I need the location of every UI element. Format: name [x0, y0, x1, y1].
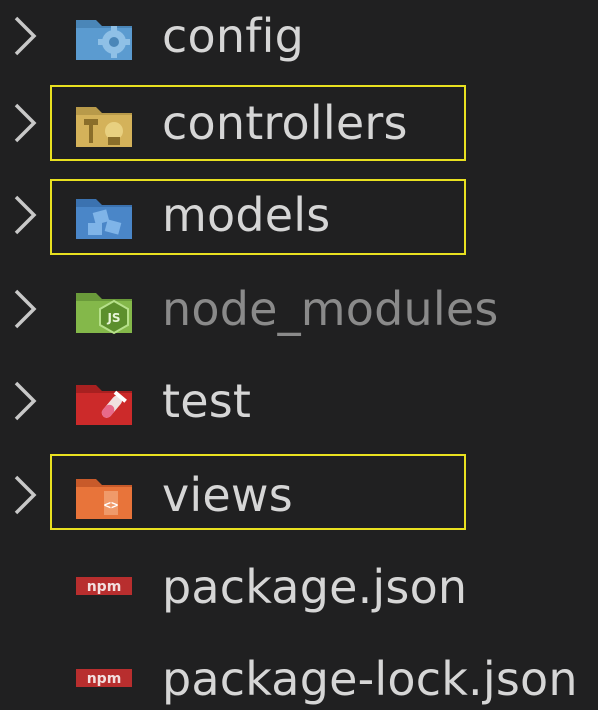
node-modules-folder-icon: JS — [76, 293, 132, 335]
chevron-right-icon[interactable] — [10, 287, 40, 331]
chevron-right-icon[interactable] — [10, 193, 40, 237]
npm-file-icon: npm — [76, 669, 132, 687]
tree-item-label: views — [162, 468, 293, 522]
config-folder-icon — [76, 20, 132, 60]
svg-text:npm: npm — [87, 671, 122, 687]
chevron-right-icon[interactable] — [10, 379, 40, 423]
tree-item-label: package.json — [162, 560, 468, 614]
tree-item-models[interactable]: models — [0, 172, 598, 264]
chevron-right-icon[interactable] — [10, 473, 40, 517]
tree-item-views[interactable]: <> views — [0, 452, 598, 544]
tree-item-config[interactable]: config — [0, 0, 598, 85]
tree-item-package-lock-json[interactable]: npm package-lock.json — [0, 636, 598, 710]
file-explorer-tree: config controllers models JS node_module… — [0, 0, 598, 710]
svg-text:npm: npm — [87, 579, 122, 595]
views-folder-icon: <> — [76, 479, 132, 519]
tree-item-test[interactable]: test — [0, 358, 598, 450]
tree-item-label: controllers — [162, 96, 408, 150]
npm-file-icon: npm — [76, 577, 132, 595]
tree-item-node-modules[interactable]: JS node_modules — [0, 266, 598, 358]
controllers-folder-icon — [76, 107, 132, 147]
tree-item-label: config — [162, 9, 304, 63]
tree-item-label: node_modules — [162, 282, 499, 336]
chevron-right-icon[interactable] — [10, 14, 40, 58]
tree-item-label: test — [162, 374, 252, 428]
svg-text:<>: <> — [104, 498, 118, 512]
tree-item-label: models — [162, 188, 331, 242]
tree-item-controllers[interactable]: controllers — [0, 80, 598, 172]
tree-item-label: package-lock.json — [162, 652, 578, 706]
test-folder-icon — [76, 385, 132, 425]
svg-text:JS: JS — [106, 311, 120, 325]
models-folder-icon — [76, 199, 132, 239]
chevron-right-icon[interactable] — [10, 101, 40, 145]
tree-item-package-json[interactable]: npm package.json — [0, 544, 598, 636]
